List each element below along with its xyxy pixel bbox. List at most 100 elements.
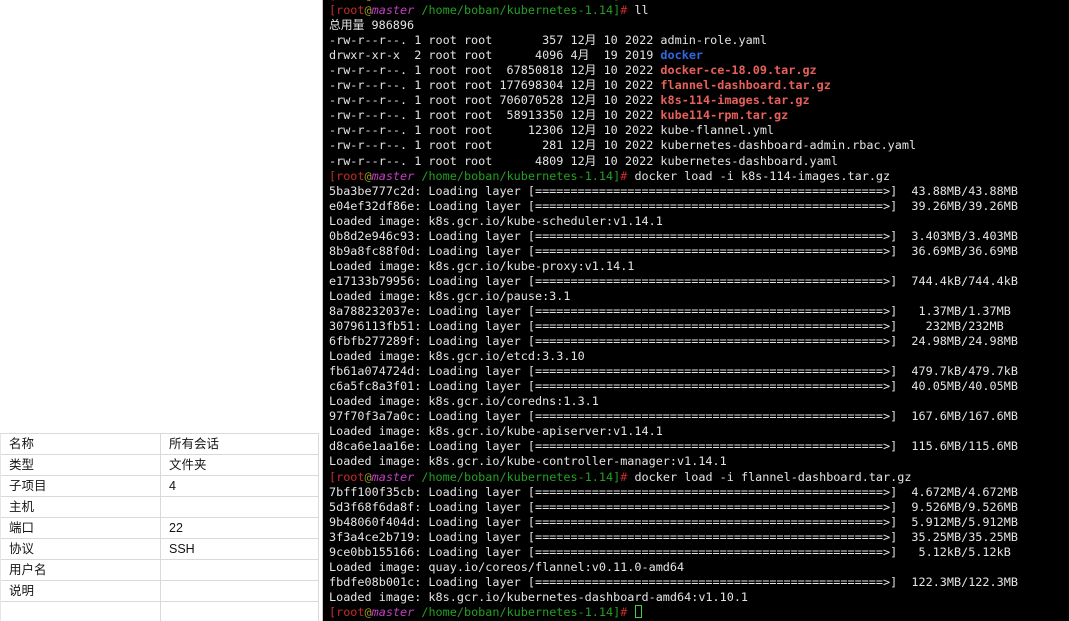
text-segment: kube114-rpm.tar.gz: [660, 108, 789, 123]
property-value: 所有会话: [161, 434, 319, 454]
terminal-line: -rw-r--r--. 1 root root 12306 12月 10 202…: [329, 123, 1069, 138]
property-label: 主机: [1, 497, 161, 517]
text-segment: [root: [329, 3, 365, 18]
text-segment: [root: [329, 0, 365, 2]
text-segment: Loaded image: k8s.gcr.io/kubernetes-dash…: [329, 589, 749, 604]
text-segment: 5d3f68f6da8f: Loading layer [===========…: [329, 499, 1018, 514]
terminal-line: Loaded image: k8s.gcr.io/etcd:3.3.10: [329, 349, 1069, 364]
property-row: [1, 602, 319, 621]
text-segment: 9ce0bb155166: Loading layer [===========…: [329, 544, 1011, 559]
terminal[interactable]: [root@master /home/boban/kubernetes-1.14…: [323, 0, 1069, 621]
text-segment: -rw-r--r--. 1 root root 12306 12月 10 202…: [329, 123, 775, 138]
property-value: 文件夹: [161, 455, 319, 475]
text-segment: d8ca6e1aa16e: Loading layer [===========…: [329, 439, 1018, 454]
text-segment: 0b8d2e946c93: Loading layer [===========…: [329, 228, 1018, 243]
property-label: [1, 602, 161, 621]
terminal-prompt-line: [root@master /home/boban/kubernetes-1.14…: [329, 169, 1069, 184]
text-segment: flannel-dashboard.tar.gz: [660, 78, 831, 93]
text-segment: master: [371, 168, 415, 183]
text-segment: -rw-r--r--. 1 root root 177698304 12月 10…: [329, 78, 661, 93]
terminal-line: 5ba3be777c2d: Loading layer [===========…: [329, 184, 1069, 199]
terminal-line: -rw-r--r--. 1 root root 67850818 12月 10 …: [329, 63, 1069, 78]
text-segment: Loaded image: k8s.gcr.io/kube-apiserver:…: [329, 424, 663, 439]
terminal-line: c6a5fc8a3f01: Loading layer [===========…: [329, 379, 1069, 394]
terminal-line: -rw-r--r--. 1 root root 706070528 12月 10…: [329, 93, 1069, 108]
ssh-client-window: 名称 所有会话 类型 文件夹 子项目 4 主机 端口 22 协议 SSH 用户名 说明 [root@ma…: [0, 0, 1069, 621]
terminal-line: 8a788232037e: Loading layer [===========…: [329, 304, 1069, 319]
terminal-line: fbdfe08b001c: Loading layer [===========…: [329, 575, 1069, 590]
property-label: 类型: [1, 455, 161, 475]
property-row: 名称 所有会话: [1, 434, 319, 455]
property-value: SSH: [161, 539, 319, 559]
terminal-prompt-line: [root@master /home/boban/kubernetes-1.14…: [329, 3, 1069, 18]
text-segment: #: [620, 469, 635, 484]
session-properties-panel: 名称 所有会话 类型 文件夹 子项目 4 主机 端口 22 协议 SSH 用户名 说明: [0, 0, 323, 621]
text-segment: @: [365, 0, 372, 2]
text-segment: 97f70f3a7a0c: Loading layer [===========…: [329, 409, 1018, 424]
terminal-line: Loaded image: k8s.gcr.io/kube-proxy:v1.1…: [329, 259, 1069, 274]
text-segment: 8b9a8fc88f0d: Loading layer [===========…: [329, 243, 1018, 258]
text-segment: docker-ce-18.09.tar.gz: [660, 63, 817, 78]
property-label: 子项目: [1, 476, 161, 496]
property-value: [161, 560, 319, 580]
text-segment: -rw-r--r--. 1 root root 67850818 12月 10 …: [329, 63, 661, 78]
text-segment: /home/boban/kubernetes-1.14]: [414, 3, 621, 18]
text-segment: @: [364, 168, 372, 183]
text-segment: -rw-r--r--. 1 root root 357 12月 10 2022 …: [329, 33, 767, 48]
text-segment: Loaded image: k8s.gcr.io/etcd:3.3.10: [329, 349, 585, 364]
text-segment: c6a5fc8a3f01: Loading layer [===========…: [329, 379, 1018, 394]
text-segment: @: [364, 469, 372, 484]
terminal-line: 总用量 986896: [329, 18, 1069, 33]
text-segment: #: [620, 168, 635, 183]
terminal-line: 9ce0bb155166: Loading layer [===========…: [329, 545, 1069, 560]
text-segment: master: [371, 3, 415, 18]
text-segment: /home/boban/kubernetes-1.14]: [414, 604, 621, 619]
property-label: 端口: [1, 518, 161, 538]
text-segment: [root: [329, 469, 365, 484]
session-properties-table: 名称 所有会话 类型 文件夹 子项目 4 主机 端口 22 协议 SSH 用户名 说明: [0, 433, 319, 621]
terminal-line: Loaded image: k8s.gcr.io/kubernetes-dash…: [329, 590, 1069, 605]
text-segment: #: [620, 3, 635, 18]
terminal-line: 0b8d2e946c93: Loading layer [===========…: [329, 229, 1069, 244]
text-segment: /home/boban/kubernetes-1.14]: [414, 0, 620, 2]
property-value: 4: [161, 476, 319, 496]
property-row: 用户名: [1, 560, 319, 581]
text-segment: 总用量 986896: [329, 18, 415, 33]
terminal-line: 97f70f3a7a0c: Loading layer [===========…: [329, 409, 1069, 424]
terminal-line: fb61a074724d: Loading layer [===========…: [329, 364, 1069, 379]
property-value: 22: [161, 518, 319, 538]
terminal-line: Loaded image: quay.io/coreos/flannel:v0.…: [329, 560, 1069, 575]
terminal-line: d8ca6e1aa16e: Loading layer [===========…: [329, 439, 1069, 454]
text-segment: [root: [329, 168, 365, 183]
text-segment: docker load -i flannel-dashboard.tar.gz: [634, 469, 912, 484]
terminal-line: -rw-r--r--. 1 root root 58913350 12月 10 …: [329, 108, 1069, 123]
property-row: 说明: [1, 581, 319, 602]
terminal-line: 9b48060f404d: Loading layer [===========…: [329, 515, 1069, 530]
terminal-line: e17133b79956: Loading layer [===========…: [329, 274, 1069, 289]
terminal-line: 3f3a4ce2b719: Loading layer [===========…: [329, 530, 1069, 545]
terminal-line: 7bff100f35cb: Loading layer [===========…: [329, 485, 1069, 500]
property-row: 协议 SSH: [1, 539, 319, 560]
text-segment: 6fbfb277289f: Loading layer [===========…: [329, 334, 1018, 349]
terminal-cursor: [635, 604, 643, 618]
text-segment: #: [620, 0, 634, 2]
text-segment: docker: [660, 48, 704, 63]
property-row: 子项目 4: [1, 476, 319, 497]
terminal-line: Loaded image: k8s.gcr.io/kube-controller…: [329, 454, 1069, 469]
terminal-prompt-line: [root@master /home/boban/kubernetes-1.14…: [329, 470, 1069, 485]
text-segment: docker load -i k8s-114-images.tar.gz: [634, 168, 891, 183]
terminal-line: 5d3f68f6da8f: Loading layer [===========…: [329, 500, 1069, 515]
text-segment: Loaded image: k8s.gcr.io/kube-scheduler:…: [329, 213, 663, 228]
text-segment: 30796113fb51: Loading layer [===========…: [329, 319, 1004, 334]
text-segment: -rw-r--r--. 1 root root 281 12月 10 2022 …: [329, 138, 917, 153]
terminal-line: Loaded image: k8s.gcr.io/kube-scheduler:…: [329, 214, 1069, 229]
text-segment: 7bff100f35cb: Loading layer [===========…: [329, 484, 1018, 499]
property-label: 用户名: [1, 560, 161, 580]
text-segment: #: [620, 604, 635, 619]
terminal-line: e04ef32df86e: Loading layer [===========…: [329, 199, 1069, 214]
text-segment: [root: [329, 604, 365, 619]
terminal-line: -rw-r--r--. 1 root root 177698304 12月 10…: [329, 78, 1069, 93]
terminal-line: Loaded image: k8s.gcr.io/coredns:1.3.1: [329, 394, 1069, 409]
text-segment: -rw-r--r--. 1 root root 58913350 12月 10 …: [329, 108, 661, 123]
text-segment: Loaded image: k8s.gcr.io/kube-proxy:v1.1…: [329, 258, 635, 273]
